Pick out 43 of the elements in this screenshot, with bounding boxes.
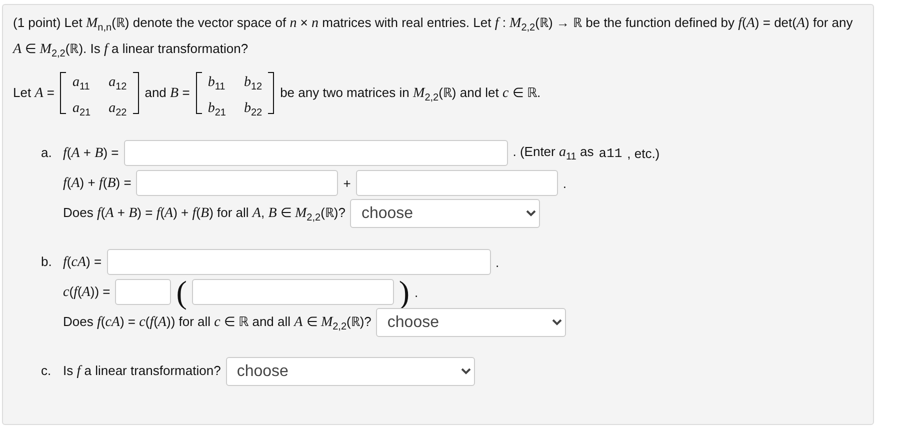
part-label: a. xyxy=(41,144,53,162)
left-bracket xyxy=(60,72,66,114)
matrix-entry: b$_{21}$ xyxy=(208,100,226,120)
code-text: a11 xyxy=(598,146,622,161)
left-bracket xyxy=(196,72,202,114)
math-text: + xyxy=(343,176,351,191)
right-bracket xyxy=(132,72,139,114)
answer-field[interactable] xyxy=(106,249,491,276)
hint-text: . (Enter a$_{11}$ as xyxy=(512,144,594,162)
matrix-entry: b$_{12}$ xyxy=(244,74,262,95)
matrix-entry: b$_{11}$ xyxy=(208,74,226,95)
math-text: Let A = xyxy=(13,84,54,102)
matrix-entry: a$_{12}$ xyxy=(108,74,127,95)
math-text: and B = xyxy=(144,84,190,102)
matrix-entry: a$_{11}$ xyxy=(72,74,91,95)
math-text: Is f a linear transformation? xyxy=(63,362,221,380)
answer-field[interactable] xyxy=(356,170,558,196)
matrix-entry: b$_{22}$ xyxy=(244,100,262,120)
math-text: . xyxy=(562,176,567,191)
matrix-entry: a$_{21}$ xyxy=(72,100,91,120)
parenthesis: ) xyxy=(398,278,410,306)
answer-field[interactable] xyxy=(124,140,508,166)
answer-dropdown[interactable]: choose xyxy=(376,308,566,337)
math-text: . xyxy=(414,284,418,300)
matrix-entry: a$_{22}$ xyxy=(108,100,127,120)
answer-dropdown[interactable]: choose xyxy=(226,356,475,386)
math-text: Does f(cA) = c(f(A)) for all c ∈ ℝ and all A ∈ M$_{2,2}$(ℝ)? xyxy=(63,312,372,332)
right-bracket xyxy=(268,72,274,114)
problem-statement: (1 point) Let M$_{n,n}$(ℝ) denote the vector space of n × n matrices with real entries. Let f : M$_{2,2}$(ℝ) → ℝ be the function defined by f(A) = det(A) for any A ∈ M$_{2,2}$(ℝ). Is f a linear transformation? xyxy=(13,14,854,62)
hint-text: , etc.) xyxy=(627,146,660,161)
math-text: f(A + B) = xyxy=(63,144,119,162)
math-text: Does f(A + B) = f(A) + f(B) for all A, B ∈ M$_{2,2}$(ℝ)? xyxy=(63,204,346,224)
answer-dropdown[interactable]: choose xyxy=(350,198,540,228)
math-text: c(f(A)) = xyxy=(63,284,110,301)
part-label: c. xyxy=(41,362,52,380)
part-label: b. xyxy=(41,253,53,272)
answer-field[interactable] xyxy=(136,170,338,196)
math-text: . xyxy=(496,254,500,270)
math-text: f(cA) = xyxy=(63,254,102,271)
answer-field[interactable] xyxy=(192,279,394,306)
math-text: f(A) + f(B) = xyxy=(63,174,132,192)
math-text: be any two matrices in M$_{2,2}$(ℝ) and let c ∈ ℝ. xyxy=(280,84,541,104)
answer-field[interactable] xyxy=(115,279,172,306)
